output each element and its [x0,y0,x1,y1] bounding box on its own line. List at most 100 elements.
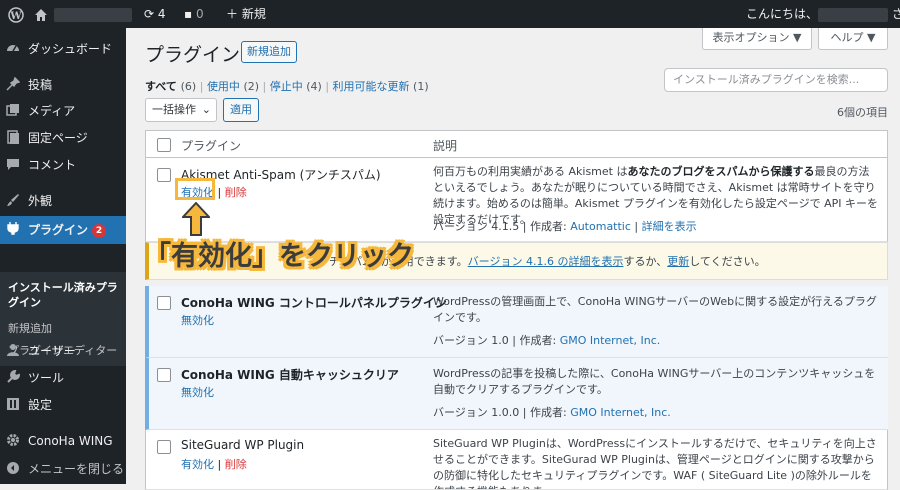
help-button[interactable]: ヘルプ ▼ [818,28,888,50]
admin-sidebar: ダッシュボード 投稿 メディア 固定ページ コメント 外観 プラグイン 2 インス… [0,28,126,484]
pin-icon [6,76,22,93]
sidebar-item-label: ConoHa WING [28,434,113,448]
plugin-actions: 無効化 [181,312,214,328]
collapse-icon [6,461,22,477]
table-row: ConoHa WING コントロールパネルプラグイン 無効化 WordPress… [145,286,888,358]
item-count: 6個の項目 [837,106,888,119]
sidebar-collapse-menu[interactable]: メニューを閉じる [0,456,126,482]
sidebar-item-dashboard[interactable]: ダッシュボード [0,36,126,62]
activate-link[interactable]: 有効化 [181,458,214,471]
table-row: SiteGuard WP Plugin 有効化 | 削除 SiteGuard W… [145,430,888,490]
plugin-status-filters: すべて (6) | 使用中 (2) | 停止中 (4) | 利用可能な更新 (1… [145,80,429,93]
updates-link[interactable]: ⟳ 4 [144,0,166,28]
update-now-link[interactable]: 更新 [667,255,689,268]
sidebar-item-label: 固定ページ [28,131,88,145]
filter-updates[interactable]: 利用可能な更新 (1) [333,80,429,93]
home-icon[interactable] [34,0,48,28]
wrench-icon [6,369,22,386]
svg-text:W: W [9,11,22,22]
comments-link[interactable]: ▪ 0 [184,0,204,28]
plugin-checkbox[interactable] [157,368,171,382]
submenu-add-new[interactable]: 新規追加 [8,320,52,336]
activate-highlight-box [175,178,215,200]
filter-active[interactable]: 使用中 (2) [207,80,259,93]
view-details-link[interactable]: 詳細を表示 [642,220,697,233]
wordpress-logo-icon[interactable]: W [8,0,24,28]
plugin-name: SiteGuard WP Plugin [181,438,305,452]
deactivate-link[interactable]: 無効化 [181,386,214,399]
author-link[interactable]: Automattic [570,220,631,233]
sidebar-item-label: ダッシュボード [28,42,113,56]
plugin-meta: バージョン 4.1.5 | 作成者: Automattic | 詳細を表示 [433,220,697,233]
comments-count: 0 [195,7,204,21]
sidebar-item-label: メニューを閉じる [28,462,125,476]
refresh-icon: ⟳ [144,7,155,21]
chevron-down-icon: ⌄ [201,103,211,116]
username [818,7,889,22]
table-row: Akismet Anti-Spam (アンチスパム) 有効化 | 削除 何百万も… [145,158,888,242]
submenu-installed-plugins[interactable]: インストール済みプラグイン [8,280,120,310]
table-header: プラグイン 説明 [145,130,888,158]
dashboard-icon [6,41,22,57]
sidebar-item-label: 投稿 [28,78,53,92]
sidebar-item-plugins[interactable]: プラグイン 2 [0,216,126,244]
new-label: 新規 [241,7,266,21]
site-name[interactable] [54,0,132,28]
author-link[interactable]: GMO Internet, Inc. [560,334,661,347]
sidebar-item-appearance[interactable]: 外観 [0,188,126,214]
comment-icon [6,157,22,173]
plugin-description: WordPressの管理画面上で、ConoHa WINGサーバーのWebに関する… [433,295,877,324]
sidebar-item-tools[interactable]: ツール [0,365,126,391]
author-link[interactable]: GMO Internet, Inc. [570,406,671,419]
plugin-checkbox[interactable] [157,296,171,310]
deactivate-link[interactable]: 無効化 [181,314,214,327]
plugin-search-input[interactable]: インストール済みプラグインを検索... [664,68,888,92]
bulk-action-select[interactable]: 一括操作 ⌄ [145,98,217,122]
page-title: プラグイン [145,44,241,66]
plugin-description: SiteGuard WP Pluginは、WordPressにインストールするだ… [433,437,877,489]
plugin-checkbox[interactable] [157,440,171,454]
gear-icon [6,433,22,449]
sidebar-item-label: ユーザー [28,344,76,358]
new-content-link[interactable]: ＋ 新規 [226,0,266,28]
annotation-callout: 「有効化」をクリック [144,241,414,272]
plugin-name: ConoHa WING 自動キャッシュクリア [181,368,399,382]
column-header-description: 説明 [433,139,458,153]
sidebar-item-label: ツール [28,371,65,385]
sidebar-item-label: メディア [28,104,76,118]
sidebar-item-posts[interactable]: 投稿 [0,72,126,98]
plugin-actions: 無効化 [181,384,214,400]
plugin-update-badge: 2 [92,223,107,238]
sidebar-item-conoha-wing[interactable]: ConoHa WING [0,428,126,454]
page-icon [6,130,22,146]
settings-icon [6,397,22,413]
sidebar-item-settings[interactable]: 設定 [0,392,126,418]
comment-icon: ▪ [184,7,193,21]
delete-link[interactable]: 削除 [225,186,247,199]
view-version-details-link[interactable]: バージョン 4.1.6 の詳細を表示 [468,255,624,268]
sidebar-item-label: プラグイン 2 [28,216,107,244]
plugin-actions: 有効化 | 削除 [181,458,247,471]
filter-all[interactable]: すべて (6) [145,80,196,93]
bulk-action-label: 一括操作 [152,103,196,116]
plugin-checkbox[interactable] [157,168,171,182]
plugin-meta: バージョン 1.0 | 作成者: GMO Internet, Inc. [433,334,661,347]
apply-button[interactable]: 適用 [223,98,259,122]
media-icon [6,103,22,119]
column-header-plugin: プラグイン [181,139,242,153]
greeting-text: こんにちは、 [746,7,819,21]
add-new-plugin-button[interactable]: 新規追加 [241,41,297,63]
sidebar-item-pages[interactable]: 固定ページ [0,125,126,151]
sidebar-item-comments[interactable]: コメント [0,152,126,178]
screen-options-button[interactable]: 表示オプション ▼ [702,28,812,50]
sidebar-item-media[interactable]: メディア [0,98,126,124]
table-row: ConoHa WING 自動キャッシュクリア 無効化 WordPressの記事を… [145,358,888,430]
main-content: 表示オプション ▼ ヘルプ ▼ プラグイン 新規追加 すべて (6) | 使用中… [126,28,900,490]
select-all-checkbox[interactable] [157,138,171,152]
account-menu[interactable]: こんにちは、 さん [746,0,900,28]
delete-link[interactable]: 削除 [225,458,247,471]
up-arrow-icon [180,201,212,236]
filter-inactive[interactable]: 停止中 (4) [270,80,322,93]
sidebar-item-label: コメント [28,158,77,172]
sidebar-item-users[interactable]: ユーザー [0,338,126,364]
